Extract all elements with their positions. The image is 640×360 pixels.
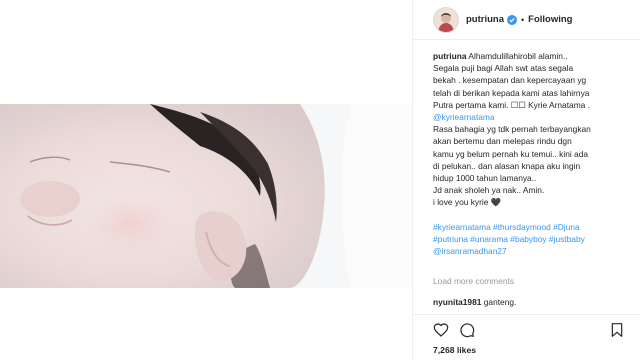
separator-dot: •: [521, 14, 525, 25]
post-sidebar: putriuna • Following putriuna Alhamdulil…: [412, 0, 640, 360]
post-username[interactable]: putriuna: [466, 14, 504, 25]
caption-line: i love you kyrie: [433, 197, 489, 208]
bookmark-icon[interactable]: [609, 322, 625, 338]
caption-line: akan bertemu dan melepas rindu dgn: [433, 136, 572, 147]
caption-hashtags[interactable]: #putriuna #unarama #babyboy #justbaby: [433, 233, 631, 245]
load-more-comments-link[interactable]: Load more comments: [433, 276, 514, 286]
caption-line: Jd anak sholeh ya nak.. Amin.: [433, 185, 545, 196]
caption-line: kamu yg belum pernah ku temui.. kini ada: [433, 148, 589, 159]
caption-line: Alhamdulillahirobil alamin..: [468, 51, 568, 61]
caption-mention[interactable]: @kyriearnatama: [433, 111, 631, 123]
caption-line: di pelukan.. dan alasan knapa aku ingin: [433, 160, 581, 171]
caption-line: telah di berikan kepada kami atas lahirn…: [433, 87, 590, 98]
caption-line: Rasa bahagia yg tdk pernah terbayangkan: [433, 124, 591, 135]
comment-item: nyunita1981 ganteng.: [433, 297, 516, 307]
baby-photo-illustration: [0, 104, 412, 288]
post-photo[interactable]: [0, 104, 412, 288]
caption-line: Segala puji bagi Allah swt atas segala: [433, 63, 574, 74]
verified-icon: [507, 14, 517, 25]
avatar[interactable]: [433, 6, 459, 33]
post-header: putriuna • Following: [413, 0, 640, 40]
caption-line: Putra pertama kami. ☐☐ Kyrie Arnatama .: [433, 99, 590, 110]
avatar-image: [434, 7, 458, 32]
caption-mention[interactable]: @irsanramadhan27: [433, 245, 631, 257]
comment-text: ganteng.: [483, 297, 517, 307]
caption-hashtags[interactable]: #kyriearnatama #thursdaymood #Djuna: [433, 221, 631, 233]
following-button[interactable]: Following: [528, 14, 572, 25]
heart-icon[interactable]: [433, 322, 449, 338]
caption-username[interactable]: putriuna: [433, 51, 467, 61]
likes-count[interactable]: 7,268 likes: [433, 345, 476, 355]
black-heart-emoji: 🖤: [490, 197, 502, 208]
caption-line: bekah . kesempatan dan kepercayaan yg: [433, 75, 587, 86]
caption-line: hidup 1000 tahun lamanya..: [433, 173, 537, 184]
post-caption: putriuna Alhamdulillahirobil alamin.. Se…: [433, 50, 631, 257]
post-photo-area: [0, 0, 412, 360]
comment-username[interactable]: nyunita1981: [433, 297, 481, 307]
post-actions: 7,268 likes: [413, 314, 640, 360]
comment-icon[interactable]: [459, 322, 475, 338]
